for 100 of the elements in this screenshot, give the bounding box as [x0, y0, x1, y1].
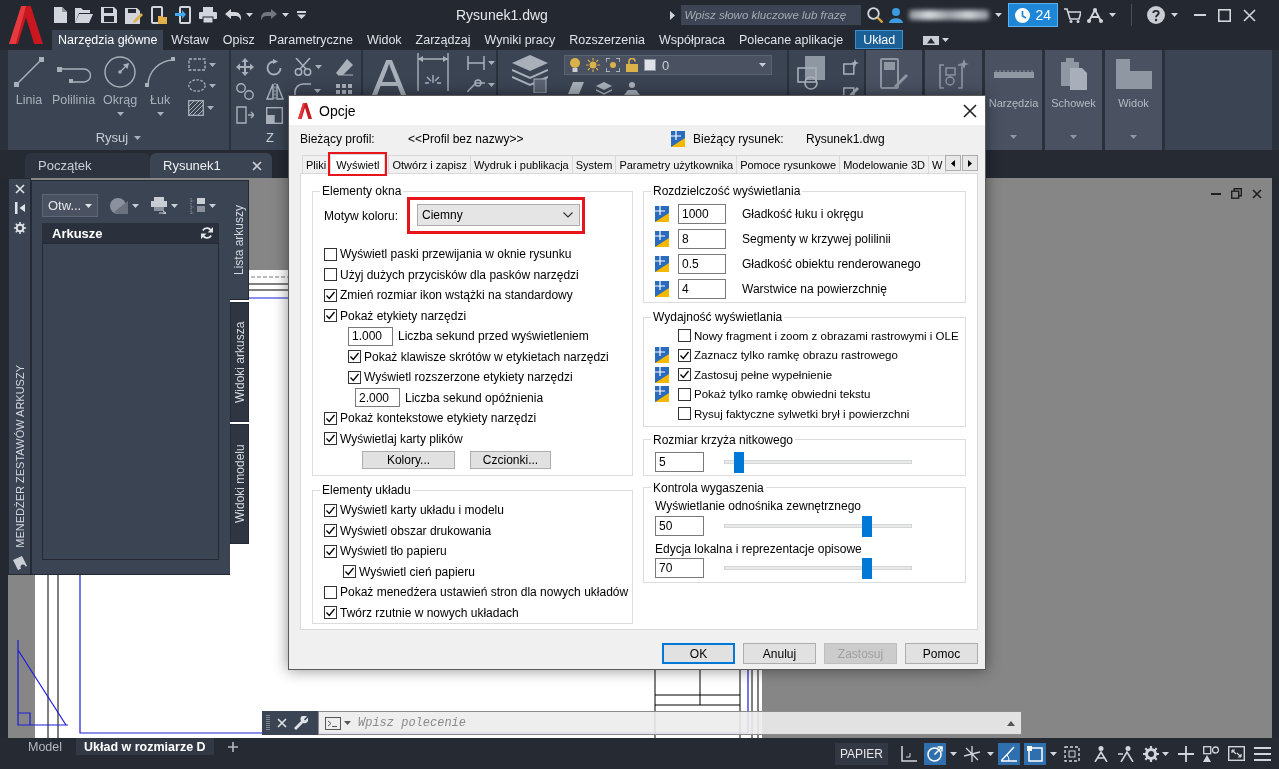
user-icon[interactable] [889, 7, 904, 23]
checkbox[interactable] [324, 247, 337, 261]
dialog-button[interactable]: Czcionki... [470, 451, 551, 469]
dialog-button[interactable]: OK [662, 643, 735, 664]
caret-icon[interactable] [246, 13, 253, 17]
caret-icon[interactable] [282, 13, 289, 17]
help-icon[interactable] [1147, 6, 1165, 24]
caret-icon[interactable] [134, 135, 142, 140]
compass-icon[interactable] [1093, 745, 1109, 762]
dialog-tab[interactable]: Wyświetl [330, 154, 386, 174]
save-icon[interactable] [101, 7, 117, 23]
layer-dropdown[interactable]: 0 [564, 55, 772, 75]
caret-icon[interactable] [942, 38, 950, 42]
file-tab[interactable]: Rysunek1 [150, 153, 272, 178]
caret-icon[interactable] [344, 721, 351, 725]
shapes-icon[interactable] [1203, 745, 1219, 762]
panel-title[interactable]: Widok [1118, 97, 1149, 109]
ribbon-tab[interactable]: Rozszerzenia [563, 30, 651, 50]
slider-thumb[interactable] [862, 516, 873, 537]
caret-icon[interactable] [116, 112, 124, 116]
expand-arrow-icon[interactable] [670, 10, 676, 20]
checkbox[interactable] [324, 411, 337, 425]
scroll-left-button[interactable] [945, 155, 962, 171]
panel-title[interactable]: Schowek [1051, 97, 1096, 109]
status-toggle[interactable] [998, 742, 1020, 765]
bracket-shapes-icon[interactable] [938, 59, 969, 89]
status-toggle[interactable] [1024, 742, 1046, 765]
dialog-tab[interactable]: Wydruk i publikacja [470, 155, 573, 173]
caret-icon[interactable] [156, 112, 164, 116]
linear-dimension-icon[interactable] [467, 56, 486, 70]
number-field[interactable]: 4 [678, 278, 726, 299]
cart-icon[interactable] [1064, 7, 1081, 23]
bar-arrow-icon[interactable] [14, 202, 25, 214]
search-field[interactable]: Wpisz słowo kluczowe lub frazę [681, 5, 862, 25]
rectangle-icon[interactable] [188, 58, 207, 71]
caret-icon[interactable] [488, 83, 496, 87]
panel-title[interactable]: Z [266, 130, 274, 145]
caret-icon[interactable] [85, 203, 92, 208]
palette-tab[interactable]: Lista arkuszy [230, 180, 249, 300]
checkbox[interactable] [324, 606, 337, 620]
number-field[interactable]: 1000 [678, 203, 726, 224]
dimension-icon[interactable] [417, 53, 450, 91]
phone-folder-icon[interactable] [151, 6, 167, 24]
number-field[interactable]: 0.5 [678, 253, 726, 274]
caret-icon[interactable] [314, 89, 321, 93]
disc-icon[interactable] [110, 197, 128, 214]
up-caret-icon[interactable] [1007, 720, 1015, 726]
checkbox[interactable] [324, 585, 337, 599]
ribbon-tool-button[interactable]: Polilinia [49, 55, 99, 107]
number-field[interactable]: 1.000 [348, 326, 393, 346]
close-icon[interactable] [963, 103, 977, 118]
hatch-icon[interactable] [188, 100, 205, 116]
checkbox[interactable] [324, 268, 337, 282]
block-icon[interactable] [797, 56, 827, 90]
l-shape-icon[interactable] [1115, 59, 1152, 89]
caret-icon[interactable] [987, 751, 994, 756]
caret-icon[interactable] [209, 203, 216, 208]
dialog-tab[interactable]: Pliki [302, 155, 331, 173]
ribbon-tool-button[interactable]: Okrąg [100, 55, 141, 116]
search-icon[interactable] [867, 7, 884, 23]
refresh-icon[interactable] [201, 227, 213, 239]
ribbon-tab[interactable]: Widok [360, 30, 408, 50]
layout-tab[interactable]: Układ w rozmiarze D [76, 738, 214, 755]
grip-icon[interactable] [266, 714, 270, 732]
checkbox[interactable] [678, 348, 691, 362]
stretch-icon[interactable] [236, 106, 254, 124]
ribbon-tab[interactable]: Zarządzaj [409, 30, 477, 50]
panel-toggle-icon[interactable] [923, 35, 940, 45]
space-button[interactable]: PAPIER [834, 742, 888, 765]
command-input[interactable]: Wpisz polecenie [354, 713, 1004, 733]
ribbon-tool-button[interactable]: Łuk [142, 55, 179, 116]
caret-icon[interactable] [207, 106, 215, 110]
chevron-down-icon[interactable] [563, 212, 573, 218]
prompt-icon[interactable] [325, 716, 341, 730]
dialog-button[interactable]: Kolory... [362, 451, 455, 469]
palette-tab[interactable]: Widoki arkusza [230, 302, 249, 422]
checkbox[interactable] [348, 370, 361, 384]
open-dropdown[interactable]: Otw... [42, 194, 98, 217]
dialog-tab[interactable]: W [928, 155, 947, 173]
checkbox[interactable] [324, 524, 337, 538]
number-field[interactable]: 8 [678, 228, 726, 249]
move-icon[interactable] [236, 58, 254, 76]
checkbox[interactable] [343, 565, 356, 579]
checkbox[interactable] [324, 309, 337, 323]
notification-button[interactable]: 24 [1008, 3, 1058, 27]
layers-icon[interactable] [512, 55, 548, 93]
print-icon[interactable] [199, 7, 217, 23]
caret-icon[interactable] [1109, 13, 1116, 17]
save-as-icon[interactable] [125, 6, 143, 24]
caret-icon[interactable] [132, 203, 139, 208]
caret-icon[interactable] [171, 203, 178, 208]
gear-icon[interactable] [1143, 745, 1159, 762]
color-theme-dropdown[interactable]: Ciemny [417, 204, 580, 226]
menu-icon[interactable] [1254, 746, 1271, 761]
caret-icon[interactable] [315, 65, 322, 69]
block-star-icon[interactable] [843, 59, 859, 75]
restore-icon[interactable] [1231, 188, 1242, 199]
device-brush-icon[interactable] [880, 58, 908, 90]
printer-icon[interactable] [151, 197, 167, 214]
dialog-tab[interactable]: System [571, 155, 617, 173]
